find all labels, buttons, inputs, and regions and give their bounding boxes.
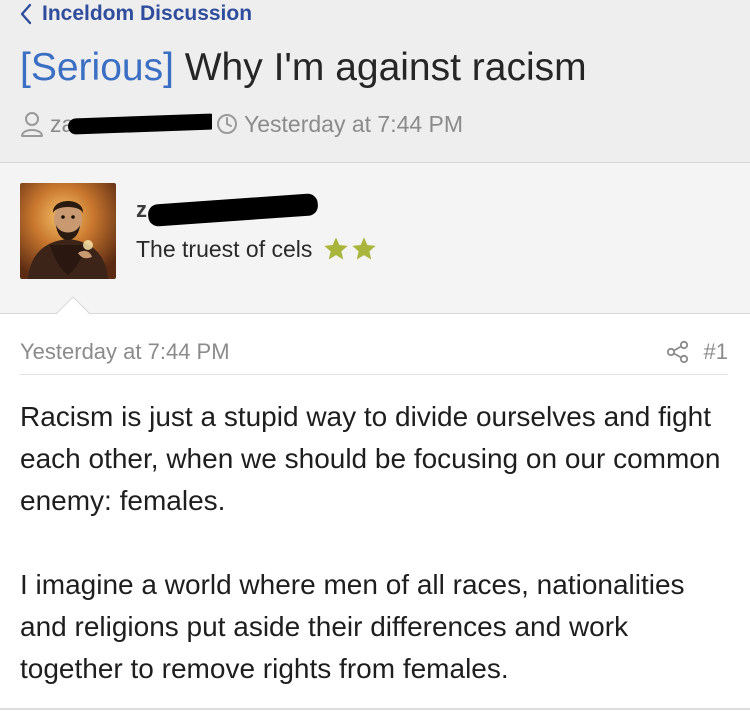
avatar[interactable] bbox=[20, 183, 116, 279]
user-title: The truest of cels bbox=[136, 235, 378, 263]
divider bbox=[0, 708, 750, 710]
thread-title: [Serious] Why I'm against racism bbox=[20, 44, 587, 92]
star-icon bbox=[324, 237, 349, 260]
thread-meta: zam Yesterday at 7:44 PM bbox=[20, 108, 463, 140]
post-paragraph: Racism is just a stupid way to divide ou… bbox=[20, 401, 721, 516]
back-link-label: Inceldom Discussion bbox=[42, 2, 253, 25]
divider bbox=[20, 374, 728, 375]
post: Yesterday at 7:44 PM #1 Racism is just a… bbox=[0, 314, 750, 712]
thread-header: Inceldom Discussion [Serious] Why I'm ag… bbox=[0, 0, 750, 163]
star-icon bbox=[352, 237, 377, 260]
post-body: Racism is just a stupid way to divide ou… bbox=[20, 396, 732, 690]
clock-icon bbox=[217, 114, 237, 134]
post-actions: #1 bbox=[666, 339, 728, 365]
post-pointer bbox=[56, 296, 90, 314]
share-icon[interactable] bbox=[666, 340, 690, 364]
chevron-left-icon bbox=[20, 3, 32, 25]
user-icon bbox=[21, 112, 43, 137]
avatar-image bbox=[20, 183, 116, 279]
thread-prefix[interactable]: [Serious] bbox=[20, 46, 174, 89]
poster-name-text: z bbox=[136, 197, 147, 222]
poster-info: z The truest of cels bbox=[0, 163, 750, 314]
post-meta: Yesterday at 7:44 PM #1 bbox=[20, 338, 728, 366]
thread-title-text: Why I'm against racism bbox=[184, 46, 587, 89]
post-number[interactable]: #1 bbox=[704, 339, 728, 365]
post-timestamp[interactable]: Yesterday at 7:44 PM bbox=[20, 339, 230, 365]
user-title-text: The truest of cels bbox=[136, 235, 313, 262]
rank-stars bbox=[322, 235, 378, 263]
thread-author[interactable]: zam bbox=[50, 110, 212, 138]
thread-timestamp[interactable]: Yesterday at 7:44 PM bbox=[244, 111, 463, 138]
poster-name[interactable]: z bbox=[136, 193, 326, 227]
back-link[interactable]: Inceldom Discussion bbox=[20, 2, 252, 26]
post-paragraph: I imagine a world where men of all races… bbox=[20, 569, 685, 684]
redaction-mark bbox=[147, 193, 319, 227]
